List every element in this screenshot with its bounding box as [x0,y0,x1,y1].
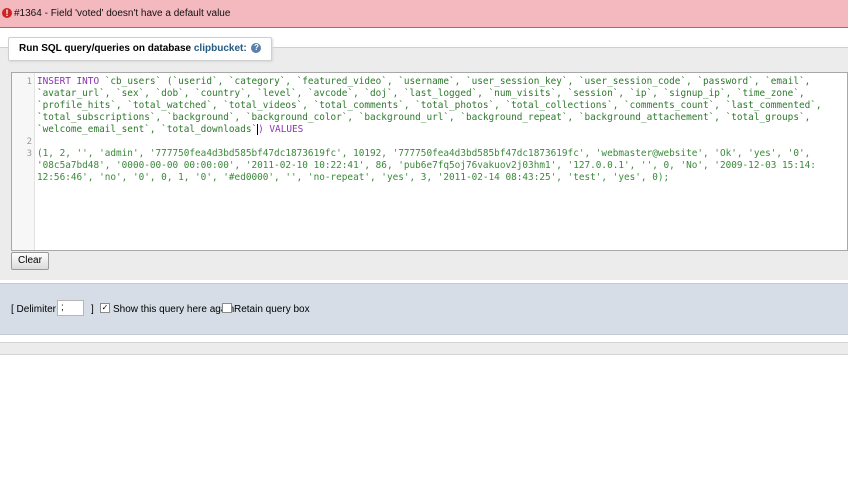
delimiter-input[interactable]: ; [57,300,84,316]
line-number: 3 [26,149,32,159]
values-line: '08c5a7bd48', '0000-00-00 00:00:00', '20… [37,160,816,171]
error-icon: ! [2,8,12,18]
sql-line: `total_subscriptions`, `background`, `ba… [37,112,810,124]
retain-query-label: Retain query box [234,304,310,315]
sql-line: `welcome_email_sent`, `total_downloads`)… [37,124,303,136]
line-number-gutter: 1 2 3 [12,73,35,250]
column-list: `profile_hits`, `total_watched`, `total_… [37,100,822,111]
delimiter-label: [ Delimiter [11,304,57,315]
query-panel-legend: Run SQL query/queries on database clipbu… [8,37,273,61]
column-list: `welcome_email_sent`, `total_downloads` [37,124,258,135]
values-line: 12:56:46', 'no', '0', 0, 1, '0', '#ed000… [37,172,670,183]
sql-line: `avatar_url`, `sex`, `dob`, `country`, `… [37,88,805,100]
section-divider [0,342,848,355]
sql-line: `profile_hits`, `total_watched`, `total_… [37,100,822,112]
line-number: 2 [26,137,32,147]
error-message-bar: ! #1364 - Field 'voted' doesn't have a d… [0,0,848,28]
query-options-bar: [ Delimiter ; ] ✓ Show this query here a… [0,283,848,335]
show-again-checkbox[interactable]: ✓ [100,303,110,313]
values-line: (1, 2, '', 'admin', '777750fea4d3bd585bf… [37,148,811,159]
database-link[interactable]: clipbucket: [194,43,247,54]
legend-prefix: Run SQL query/queries on database [19,43,192,54]
sql-editor[interactable]: 1 2 3 INSERT INTO `cb_users` (`userid`, … [11,72,848,251]
column-list: `total_subscriptions`, `background`, `ba… [37,112,811,123]
values-keyword: ) VALUES [258,124,304,135]
sql-line: INSERT INTO `cb_users` (`userid`, `categ… [37,76,810,88]
retain-query-checkbox[interactable] [222,303,232,313]
column-list: `avatar_url`, `sex`, `dob`, `country`, `… [37,88,805,99]
delimiter-close: ] [91,304,94,315]
line-number: 1 [26,77,32,87]
error-text: #1364 - Field 'voted' doesn't have a def… [14,8,231,19]
column-list: `cb_users` (`userid`, `category`, `featu… [99,76,811,87]
clear-button[interactable]: Clear [11,252,49,270]
insert-keyword: INSERT INTO [37,76,100,87]
show-again-label: Show this query here again [113,304,235,315]
help-icon[interactable]: ? [251,43,262,54]
